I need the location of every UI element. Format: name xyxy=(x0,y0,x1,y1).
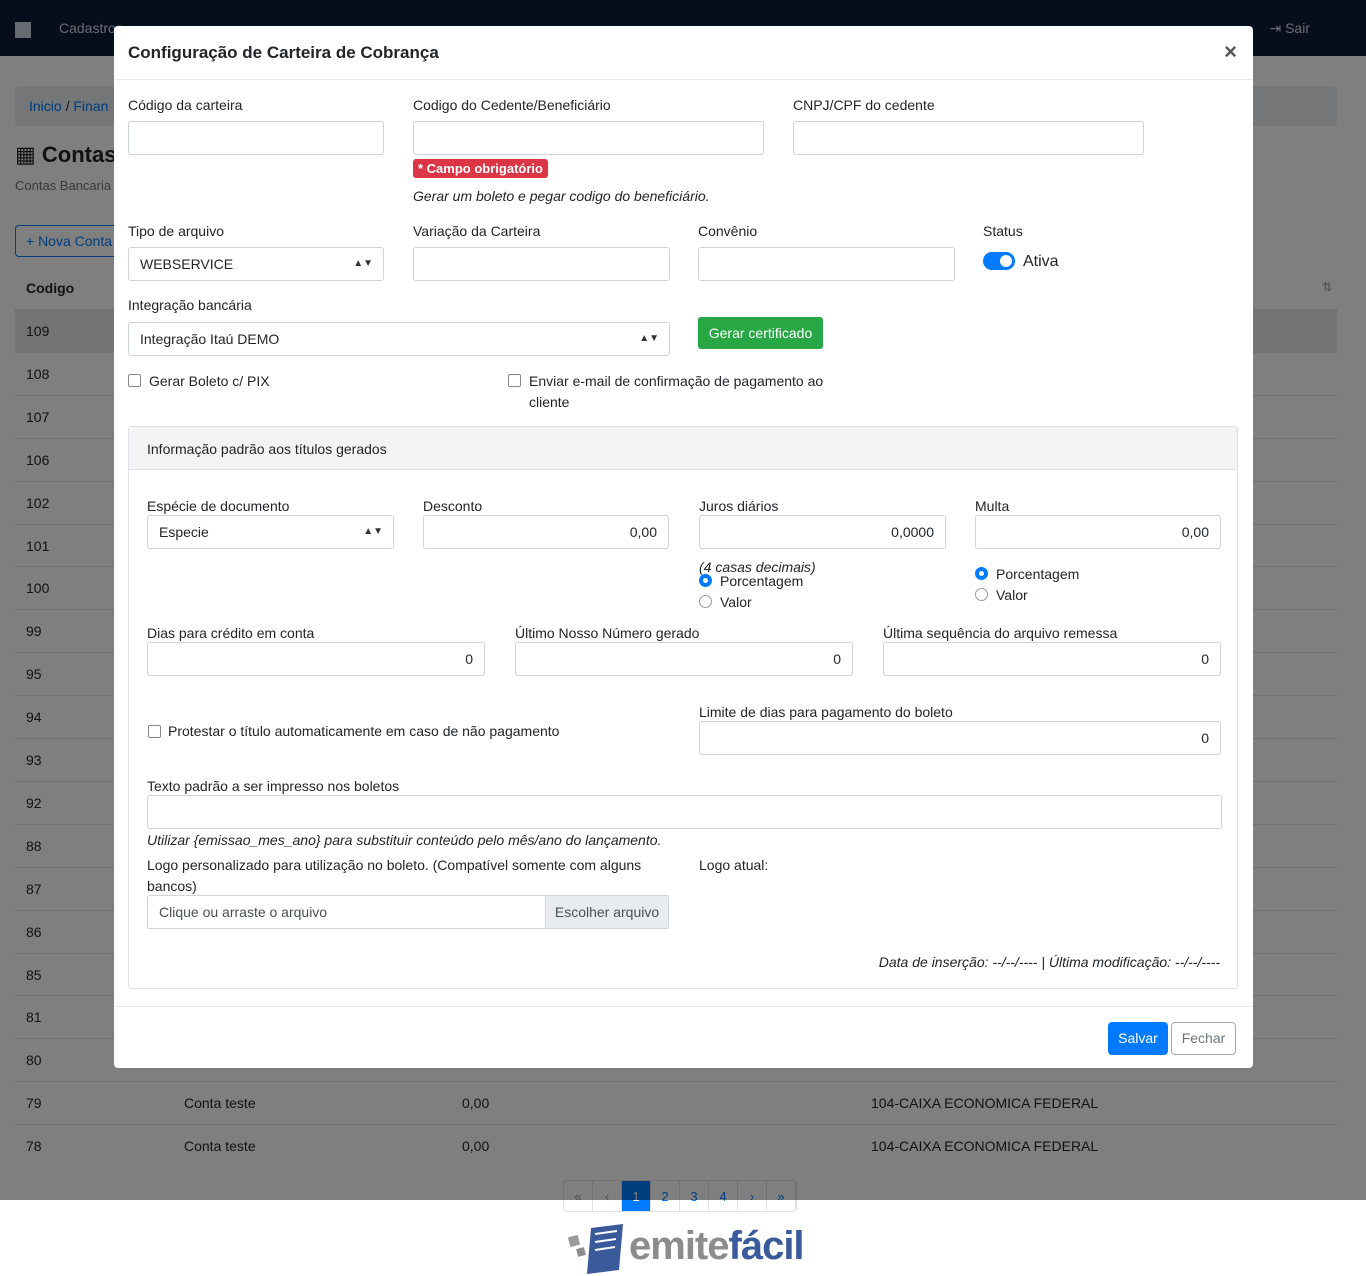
juros-valor-label: Valor xyxy=(720,594,752,610)
toggle-knob xyxy=(1000,255,1012,267)
enviar-email-label-1: Enviar e-mail de confirmação de pagament… xyxy=(529,373,824,389)
tipo-arquivo-value: WEBSERVICE xyxy=(140,256,234,272)
select-arrows-icon: ▲▼ xyxy=(363,526,383,537)
juros-porcentagem-radio[interactable] xyxy=(699,574,712,587)
ultimo-nosso-numero-input[interactable]: 0 xyxy=(515,642,853,676)
juros-label: Juros diários xyxy=(699,498,779,514)
juros-porcentagem-label: Porcentagem xyxy=(720,573,804,589)
variacao-carteira-label: Variação da Carteira xyxy=(413,223,541,239)
gerar-pix-checkbox[interactable] xyxy=(128,374,141,387)
cnpj-cedente-label: CNPJ/CPF do cedente xyxy=(793,97,935,113)
logo-file-input[interactable]: Clique ou arraste o arquivo Escolher arq… xyxy=(147,895,669,929)
ultima-sequencia-input[interactable]: 0 xyxy=(883,642,1221,676)
desconto-input[interactable]: 0,00 xyxy=(423,515,669,549)
brand-logo: emitefácil xyxy=(565,1220,805,1276)
fechar-button[interactable]: Fechar xyxy=(1171,1022,1236,1055)
enviar-email-label-2: cliente xyxy=(529,394,570,410)
protestar-label: Protestar o título automaticamente em ca… xyxy=(168,723,560,739)
integracao-value: Integração Itaú DEMO xyxy=(140,331,280,347)
codigo-cedente-hint: Gerar um boleto e pegar codigo do benefi… xyxy=(413,188,710,204)
logo-file-placeholder: Clique ou arraste o arquivo xyxy=(159,904,328,920)
multa-valor-label: Valor xyxy=(996,587,1028,603)
especie-select[interactable]: Especie ▲▼ xyxy=(147,515,394,549)
brand-part2: fácil xyxy=(728,1224,805,1268)
default-titles-card: Informação padrão aos títulos gerados Es… xyxy=(128,426,1238,989)
multa-porcentagem-label: Porcentagem xyxy=(996,566,1080,582)
select-arrows-icon: ▲▼ xyxy=(353,258,373,269)
logo-label-2: bancos) xyxy=(147,878,197,894)
card-header: Informação padrão aos títulos gerados xyxy=(129,427,1237,470)
ultimo-nosso-numero-label: Último Nosso Número gerado xyxy=(515,625,700,641)
juros-input[interactable]: 0,0000 xyxy=(699,515,946,549)
dias-credito-label: Dias para crédito em conta xyxy=(147,625,315,641)
brand-part1: emite xyxy=(629,1224,729,1268)
modal-header: Configuração de Carteira de Cobrança × xyxy=(114,26,1253,80)
cnpj-cedente-input[interactable] xyxy=(793,121,1144,155)
desconto-label: Desconto xyxy=(423,498,483,514)
enviar-email-checkbox[interactable] xyxy=(508,374,521,387)
convenio-label: Convênio xyxy=(698,223,758,239)
codigo-carteira-input[interactable] xyxy=(128,121,384,155)
status-label: Status xyxy=(983,223,1023,239)
multa-label: Multa xyxy=(975,498,1010,514)
integracao-label: Integração bancária xyxy=(128,297,252,313)
brand-document-icon xyxy=(567,1224,623,1274)
especie-label: Espécie de documento xyxy=(147,498,290,514)
gerar-pix-label: Gerar Boleto c/ PIX xyxy=(149,373,270,389)
codigo-cedente-label: Codigo do Cedente/Beneficiário xyxy=(413,97,611,113)
logo-atual-label: Logo atual: xyxy=(699,857,769,873)
integracao-select[interactable]: Integração Itaú DEMO ▲▼ xyxy=(128,322,670,356)
especie-value: Especie xyxy=(159,524,209,540)
tipo-arquivo-label: Tipo de arquivo xyxy=(128,223,224,239)
multa-valor-radio[interactable] xyxy=(975,588,988,601)
texto-padrao-hint: Utilizar {emissao_mes_ano} para substitu… xyxy=(147,832,662,848)
tipo-arquivo-select[interactable]: WEBSERVICE ▲▼ xyxy=(128,247,384,281)
audit-info: Data de inserção: --/--/---- | Última mo… xyxy=(878,954,1220,970)
select-arrows-icon: ▲▼ xyxy=(639,333,659,344)
juros-valor-radio[interactable] xyxy=(699,595,712,608)
codigo-cedente-input[interactable] xyxy=(413,121,764,155)
gerar-certificado-button[interactable]: Gerar certificado xyxy=(698,317,823,349)
close-icon[interactable]: × xyxy=(1224,39,1237,65)
card-title: Informação padrão aos títulos gerados xyxy=(147,441,387,457)
carteira-config-modal: Configuração de Carteira de Cobrança × C… xyxy=(114,26,1253,1068)
texto-padrao-label: Texto padrão a ser impresso nos boletos xyxy=(147,778,400,794)
modal-title: Configuração de Carteira de Cobrança xyxy=(128,43,439,62)
required-badge: * Campo obrigatório xyxy=(413,159,548,178)
logo-label-1: Logo personalizado para utilização no bo… xyxy=(147,857,642,873)
limite-dias-input[interactable]: 0 xyxy=(699,721,1221,755)
codigo-carteira-label: Código da carteira xyxy=(128,97,243,113)
choose-file-button[interactable]: Escolher arquivo xyxy=(545,896,668,928)
multa-porcentagem-radio[interactable] xyxy=(975,567,988,580)
status-value: Ativa xyxy=(1023,253,1059,270)
status-toggle[interactable] xyxy=(983,252,1015,270)
convenio-input[interactable] xyxy=(698,247,955,281)
texto-padrao-input[interactable] xyxy=(147,795,1222,829)
ultima-sequencia-label: Última sequência do arquivo remessa xyxy=(883,625,1118,641)
limite-dias-label: Limite de dias para pagamento do boleto xyxy=(699,704,953,720)
multa-input[interactable]: 0,00 xyxy=(975,515,1221,549)
variacao-carteira-input[interactable] xyxy=(413,247,670,281)
brand-wordmark: emitefácil xyxy=(629,1224,805,1269)
modal-footer: Salvar Fechar xyxy=(114,1006,1253,1068)
dias-credito-input[interactable]: 0 xyxy=(147,642,485,676)
save-button[interactable]: Salvar xyxy=(1108,1022,1168,1055)
protestar-checkbox[interactable] xyxy=(148,725,161,738)
